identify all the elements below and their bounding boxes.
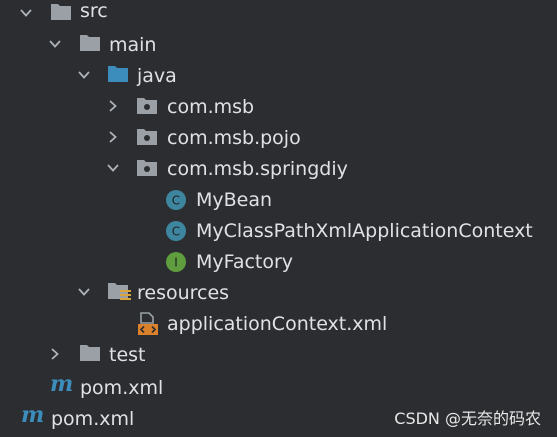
tree-node-label: pom.xml: [51, 408, 135, 430]
tree-node-label: src: [80, 0, 108, 22]
tree-node-interface-myfactory[interactable]: I MyFactory: [0, 248, 557, 279]
tree-node-label: test: [109, 344, 146, 366]
interface-icon-letter: I: [174, 256, 178, 270]
tree-node-label: MyFactory: [196, 251, 294, 273]
maven-icon-letter: m: [21, 403, 44, 427]
maven-icon: m: [49, 372, 73, 396]
watermark: CSDN @无奈的码农: [394, 409, 541, 428]
tree-node-label: MyBean: [196, 189, 273, 211]
chevron-right-icon[interactable]: [106, 99, 120, 113]
resources-folder-icon: [107, 281, 131, 301]
tree-node-label: java: [137, 65, 177, 87]
tree-node-java[interactable]: java: [0, 62, 557, 93]
class-icon-letter: C: [172, 194, 180, 208]
chevron-down-icon[interactable]: [48, 37, 62, 51]
tree-node-label: MyClassPathXmlApplicationContext: [196, 220, 533, 242]
tree-node-label: applicationContext.xml: [167, 313, 388, 335]
project-tree: src main java com.msb com.msb.pojo com.m…: [0, 0, 557, 437]
package-icon: [136, 158, 158, 178]
tree-node-label: main: [109, 34, 157, 56]
tree-node-label: com.msb: [167, 96, 255, 118]
tree-node-src[interactable]: src: [0, 0, 557, 31]
tree-node-label: com.msb.pojo: [167, 127, 301, 149]
tree-node-test[interactable]: test: [0, 341, 557, 372]
tree-node-resources[interactable]: resources: [0, 279, 557, 310]
chevron-down-icon[interactable]: [106, 161, 120, 175]
maven-icon-letter: m: [50, 372, 73, 396]
folder-icon: [50, 2, 72, 22]
source-folder-icon: [107, 64, 129, 84]
chevron-down-icon[interactable]: [77, 68, 91, 82]
package-icon: [136, 127, 158, 147]
folder-icon: [79, 33, 101, 53]
tree-node-file-pom-xml[interactable]: m pom.xml: [0, 372, 557, 403]
chevron-right-icon[interactable]: [106, 130, 120, 144]
chevron-down-icon[interactable]: [77, 285, 91, 299]
class-icon: C: [165, 189, 187, 210]
tree-node-main[interactable]: main: [0, 31, 557, 62]
tree-node-label: resources: [137, 282, 230, 304]
tree-node-package-com-msb-pojo[interactable]: com.msb.pojo: [0, 124, 557, 155]
maven-icon: m: [20, 403, 44, 427]
interface-icon: I: [165, 251, 187, 272]
tree-node-file-applicationcontext-xml[interactable]: applicationContext.xml: [0, 310, 557, 341]
tree-node-package-com-msb-springdiy[interactable]: com.msb.springdiy: [0, 155, 557, 186]
tree-node-label: com.msb.springdiy: [167, 158, 348, 180]
tree-node-class-myclasspathxmlapplicationcontext[interactable]: C MyClassPathXmlApplicationContext: [0, 217, 557, 248]
package-icon: [136, 96, 158, 116]
chevron-right-icon[interactable]: [48, 347, 62, 361]
tree-node-package-com-msb[interactable]: com.msb: [0, 93, 557, 124]
class-icon: C: [165, 220, 187, 241]
folder-icon: [79, 343, 101, 363]
tree-node-label: pom.xml: [80, 377, 164, 399]
class-icon-letter: C: [172, 225, 180, 239]
tree-node-class-mybean[interactable]: C MyBean: [0, 186, 557, 217]
xml-file-icon: [136, 312, 158, 335]
chevron-down-icon[interactable]: [19, 6, 33, 20]
